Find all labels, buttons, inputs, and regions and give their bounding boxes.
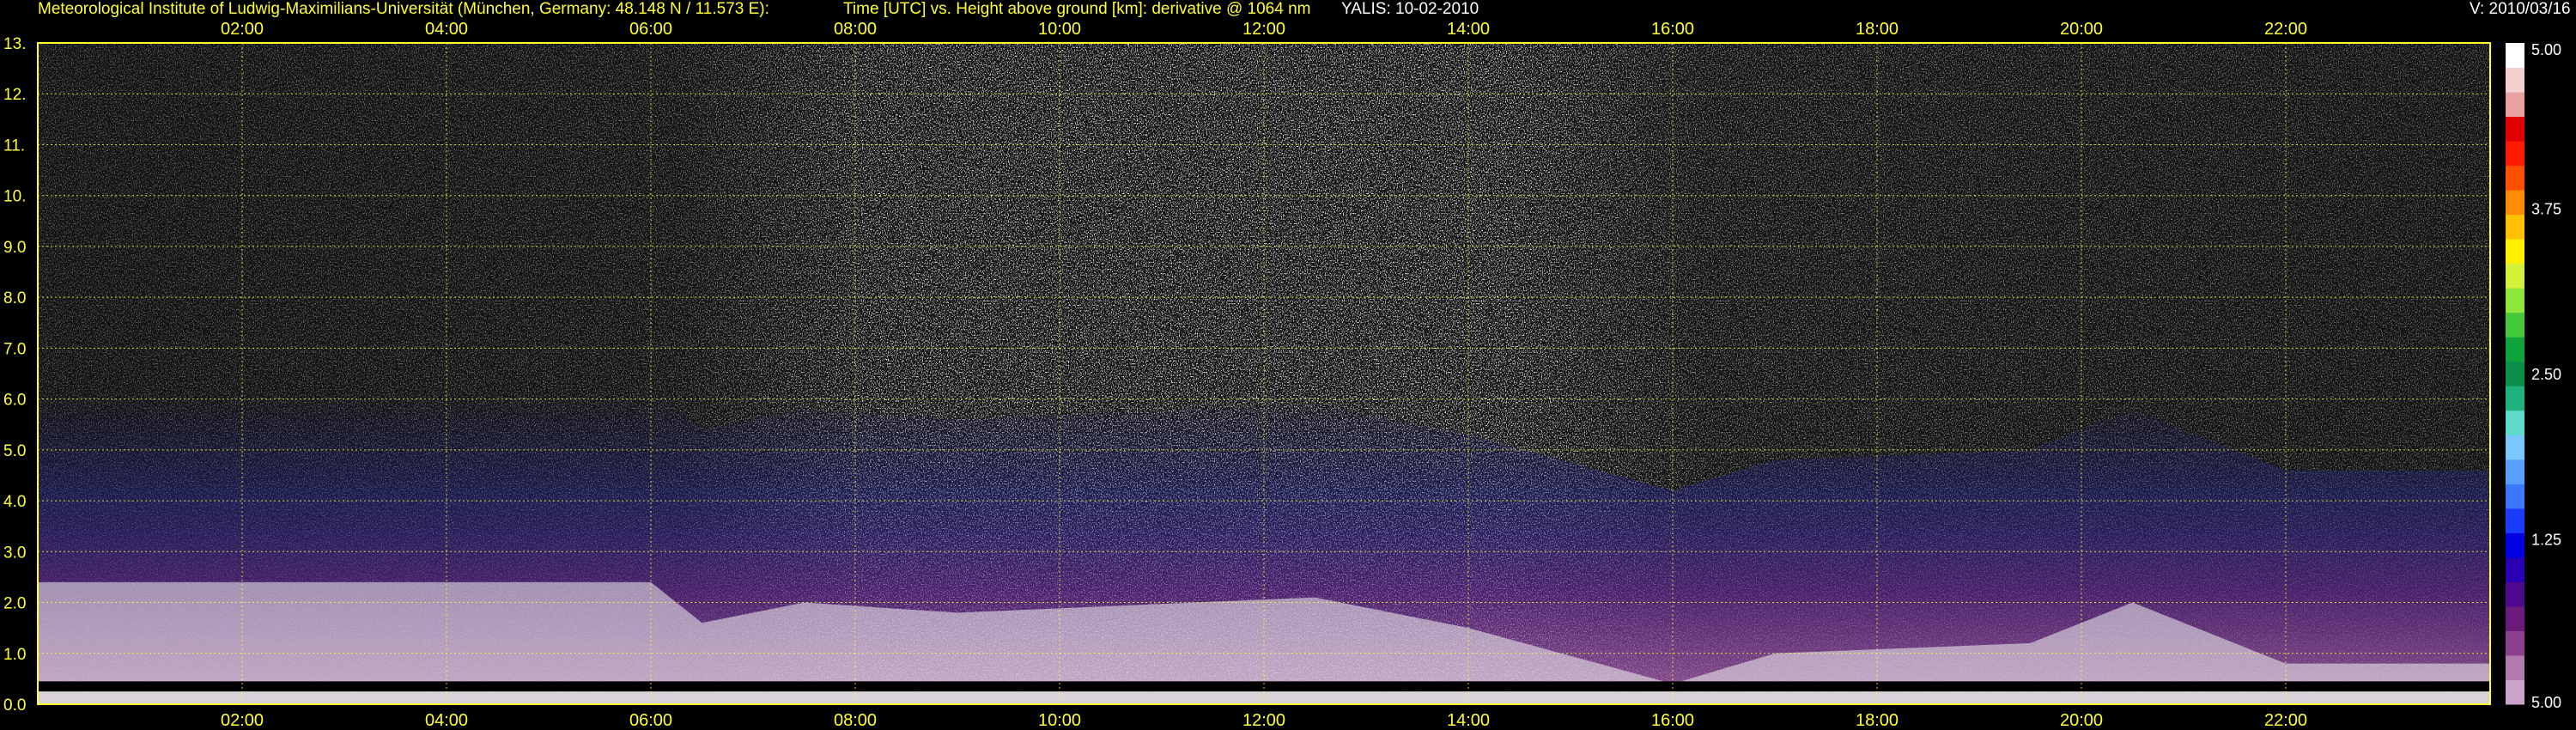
x-tick-label: 04:00 <box>425 711 468 730</box>
x-tick-label: 12:00 <box>1242 711 1285 730</box>
colorbar-label: 5.00 <box>2531 694 2561 711</box>
x-tick-label: 08:00 <box>834 711 877 730</box>
colorbar-segment <box>2506 361 2524 386</box>
y-tick-label: 8.0 <box>3 289 26 307</box>
colorbar-segment <box>2506 557 2524 582</box>
y-tick-label: 7.0 <box>3 340 26 358</box>
x-tick-label: 18:00 <box>1856 20 1899 39</box>
colorbar-segment <box>2506 679 2524 705</box>
x-tick-label: 12:00 <box>1242 20 1285 39</box>
x-tick-label: 06:00 <box>629 20 672 39</box>
x-tick-label: 18:00 <box>1856 711 1899 730</box>
colorbar-labels: 5.00 3.75 2.50 1.25 5.00 <box>2531 41 2561 711</box>
x-tick-label: 06:00 <box>629 711 672 730</box>
y-tick-label: 3.0 <box>3 544 26 562</box>
colorbar-segment <box>2506 581 2524 607</box>
colorbar-segment <box>2506 165 2524 191</box>
colorbar-segment <box>2506 116 2524 142</box>
colorbar-segment <box>2506 337 2524 362</box>
colorbar-segment <box>2506 190 2524 216</box>
colorbar-segment <box>2506 654 2524 680</box>
x-tick-label: 10:00 <box>1038 20 1081 39</box>
y-tick-label: 4.0 <box>3 493 26 511</box>
colorbar-label: 3.75 <box>2531 201 2561 218</box>
colorbar-segment <box>2506 630 2524 656</box>
colorbar-label: 2.50 <box>2531 366 2561 383</box>
y-tick-label: 2.0 <box>3 595 26 613</box>
colorbar-label: 1.25 <box>2531 532 2561 549</box>
x-tick-labels-top: 02:00 04:00 06:00 08:00 10:00 12:00 14:00 16:00… <box>221 20 2307 39</box>
colorbar-segment <box>2506 67 2524 93</box>
institute-title: Meteorological Institute of Ludwig-Maxim… <box>38 0 769 18</box>
colorbar <box>2506 43 2524 705</box>
x-tick-label: 14:00 <box>1447 711 1490 730</box>
x-tick-label: 16:00 <box>1651 711 1694 730</box>
colorbar-segment <box>2506 43 2524 69</box>
y-tick-label: 9.0 <box>3 239 26 257</box>
colorbar-segment <box>2506 386 2524 411</box>
x-tick-label: 20:00 <box>2060 20 2103 39</box>
colorbar-segment <box>2506 263 2524 289</box>
instrument-date: YALIS: 10-02-2010 <box>1341 0 1479 18</box>
x-tick-label: 04:00 <box>425 20 468 39</box>
y-tick-label: 12. <box>3 86 26 104</box>
colorbar-segment <box>2506 459 2524 484</box>
colorbar-label: 5.00 <box>2531 41 2561 58</box>
x-tick-label: 16:00 <box>1651 20 1694 39</box>
colorbar-segment <box>2506 605 2524 631</box>
x-tick-label: 20:00 <box>2060 711 2103 730</box>
y-tick-labels: 0.0 1.0 2.0 3.0 4.0 5.0 6.0 7.0 8.0 9.0 10. 11. 12. 1… <box>3 35 26 715</box>
chart-title: Time [UTC] vs. Height above ground [km]:… <box>843 0 1311 18</box>
x-tick-label: 10:00 <box>1038 711 1081 730</box>
ground-return-band <box>38 691 2490 704</box>
colorbar-segment <box>2506 484 2524 509</box>
colorbar-segment <box>2506 92 2524 118</box>
y-tick-label: 1.0 <box>3 646 26 664</box>
y-tick-label: 6.0 <box>3 392 26 410</box>
lidar-quicklook-chart: 02:00 04:00 06:00 08:00 10:00 12:00 14:00 16:00… <box>3 20 2561 730</box>
y-tick-label: 13. <box>3 35 26 53</box>
colorbar-segment <box>2506 312 2524 338</box>
x-tick-labels-bottom: 02:00 04:00 06:00 08:00 10:00 12:00 14:00 16:00… <box>221 711 2307 730</box>
x-tick-label: 02:00 <box>221 711 264 730</box>
y-tick-label: 5.0 <box>3 442 26 460</box>
y-tick-label: 11. <box>3 137 25 155</box>
colorbar-segment <box>2506 141 2524 167</box>
colorbar-segment <box>2506 435 2524 460</box>
x-tick-label: 22:00 <box>2264 20 2307 39</box>
y-tick-label: 0.0 <box>3 697 26 715</box>
colorbar-segment <box>2506 532 2524 558</box>
x-tick-label: 02:00 <box>221 20 264 39</box>
colorbar-segment <box>2506 508 2524 533</box>
colorbar-segment <box>2506 214 2524 240</box>
y-tick-label: 10. <box>3 188 26 206</box>
x-tick-label: 08:00 <box>834 20 877 39</box>
version-label: V: 2010/03/16 <box>2470 0 2571 18</box>
x-tick-label: 14:00 <box>1447 20 1490 39</box>
colorbar-segment <box>2506 239 2524 265</box>
x-tick-label: 22:00 <box>2264 711 2307 730</box>
colorbar-segment <box>2506 410 2524 435</box>
colorbar-segment <box>2506 288 2524 313</box>
